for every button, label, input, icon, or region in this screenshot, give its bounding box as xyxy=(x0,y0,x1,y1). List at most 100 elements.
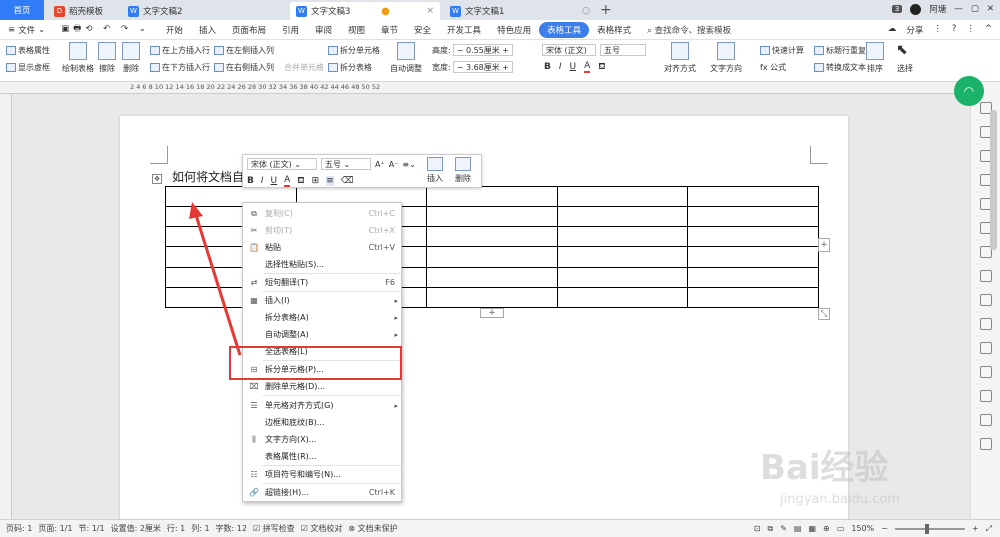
table-cell[interactable] xyxy=(426,266,558,288)
insert-row-above-button[interactable]: 在上方插入行 xyxy=(150,45,210,56)
menu-item-layout[interactable]: 页面布局 xyxy=(224,24,274,36)
table-cell[interactable] xyxy=(426,206,558,228)
view-icon[interactable]: ⧉ xyxy=(768,524,774,534)
help-button[interactable]: ? xyxy=(952,24,957,36)
auto-fit-button[interactable]: 自动调整 xyxy=(390,42,422,74)
menu-item-cut[interactable]: ✂ 剪切(T) Ctrl+X xyxy=(243,222,403,239)
font-color-button[interactable]: A xyxy=(284,175,291,187)
text-direction-button[interactable]: 文字方向 xyxy=(710,42,742,74)
tab-docer-template[interactable]: D 稻壳模板 xyxy=(48,2,120,20)
menu-item-paste[interactable]: 📋 粘贴 Ctrl+V xyxy=(243,239,403,256)
font-select[interactable]: 宋体 (正文) xyxy=(542,44,596,56)
table-cell[interactable] xyxy=(556,226,689,248)
menu-item-translate[interactable]: ⇄ 短句翻译(T) F6 xyxy=(243,274,403,291)
menu-item-security[interactable]: 安全 xyxy=(406,24,439,36)
menu-item-view[interactable]: 视图 xyxy=(340,24,373,36)
tab-doc2[interactable]: W 文字文稿2 xyxy=(122,2,284,20)
fit-page-icon[interactable]: ⤢ xyxy=(986,524,992,534)
sidebar-tool-icon[interactable] xyxy=(980,294,992,306)
header-repeat-button[interactable]: 标题行重复 xyxy=(814,45,866,56)
add-row-button[interactable]: + xyxy=(480,308,504,318)
mini-insert-button[interactable]: 插入 xyxy=(427,157,443,184)
horizontal-ruler[interactable]: 2 4 6 8 10 12 14 16 18 20 22 24 26 28 30… xyxy=(0,82,1000,94)
menu-item-table-style[interactable]: 表格样式 xyxy=(589,24,639,36)
menu-item-auto-fit[interactable]: 自动调整(A) ▸ xyxy=(243,326,403,343)
delete-button[interactable]: 删除 xyxy=(122,42,140,74)
wifi-icon[interactable]: ◠ xyxy=(954,76,984,106)
close-icon[interactable]: ○ xyxy=(582,6,590,16)
erase-button[interactable]: 擦除 xyxy=(98,42,116,74)
view-icon[interactable]: ⊡ xyxy=(754,524,761,533)
table-cell[interactable] xyxy=(556,206,689,228)
italic-button[interactable]: I xyxy=(261,176,264,186)
zoom-out-button[interactable]: − xyxy=(881,524,888,533)
zoom-in-button[interactable]: + xyxy=(972,524,979,533)
spell-check-button[interactable]: ☑ 拼写检查 xyxy=(253,523,295,534)
sidebar-tool-icon[interactable] xyxy=(980,270,992,282)
file-menu[interactable]: ≡ 文件 ⌄ xyxy=(0,24,53,36)
sidebar-tool-icon[interactable] xyxy=(980,342,992,354)
tab-doc1[interactable]: W 文字文稿1 ○ xyxy=(444,2,596,20)
table-properties-button[interactable]: 表格属性 xyxy=(6,45,50,56)
height-field[interactable]: 高度: − 0.55厘米 + xyxy=(432,44,514,56)
draw-table-button[interactable]: 绘制表格 xyxy=(62,42,94,74)
table-cell[interactable] xyxy=(687,226,819,248)
window-count-badge[interactable]: 3 xyxy=(891,5,903,13)
font-size-select[interactable]: 五号 xyxy=(600,44,646,56)
view-icon[interactable]: ▭ xyxy=(837,524,845,533)
align-button[interactable]: 对齐方式 xyxy=(664,42,696,74)
doc-protect-button[interactable]: ⊗ 文档未保护 xyxy=(348,523,397,534)
convert-to-text-button[interactable]: 转换成文本 xyxy=(814,62,866,73)
document-text[interactable]: 如何将文档自 xyxy=(172,168,244,185)
table-move-handle-icon[interactable]: ✥ xyxy=(152,174,162,184)
username[interactable]: 阿塘 xyxy=(929,3,946,15)
table-cell[interactable] xyxy=(687,185,819,208)
grow-font-icon[interactable]: A⁺ xyxy=(375,160,385,169)
menu-item-table-properties[interactable]: 表格属性(R)... xyxy=(243,448,403,465)
close-icon[interactable]: × xyxy=(426,6,434,16)
insert-col-left-button[interactable]: 在左侧插入列 xyxy=(214,45,274,56)
menu-item-paste-special[interactable]: 选择性粘贴(S)... xyxy=(243,256,403,273)
zoom-slider[interactable] xyxy=(894,523,965,534)
insert-row-below-button[interactable]: 在下方插入行 xyxy=(150,62,210,73)
menu-item-hyperlink[interactable]: 🔗 超链接(H)... Ctrl+K xyxy=(243,484,403,501)
shading-icon[interactable]: ⛾ xyxy=(297,176,304,187)
table-cell[interactable] xyxy=(687,266,819,288)
table-cell[interactable] xyxy=(687,246,819,268)
table-cell[interactable] xyxy=(556,185,689,208)
menu-item-delete-cells[interactable]: ⌧ 删除单元格(D)... xyxy=(243,378,403,395)
menu-item-borders[interactable]: 边框和底纹(B)... xyxy=(243,414,403,431)
view-icon[interactable]: ✎ xyxy=(780,524,787,533)
mini-delete-button[interactable]: 删除 xyxy=(455,157,471,184)
table-cell[interactable] xyxy=(556,286,689,309)
highlight-button[interactable]: ⛾ xyxy=(598,62,605,73)
menu-item-cell-alignment[interactable]: ☰ 单元格对齐方式(G) ▸ xyxy=(243,397,403,414)
cloud-icon[interactable]: ☁ xyxy=(888,24,897,36)
table-resize-icon[interactable]: ⤡ xyxy=(818,308,830,320)
collapse-ribbon-icon[interactable]: ^ xyxy=(985,24,992,36)
avatar[interactable] xyxy=(910,3,922,15)
table-cell[interactable] xyxy=(426,226,558,248)
height-input[interactable]: − 0.55厘米 + xyxy=(452,44,514,56)
merge-cells-button[interactable]: 合并单元格 xyxy=(284,62,324,73)
sort-button[interactable]: 排序 xyxy=(866,42,884,74)
table-cell[interactable] xyxy=(426,185,558,208)
menu-item-reference[interactable]: 引用 xyxy=(274,24,307,36)
menu-item-split-table[interactable]: 拆分表格(A) ▸ xyxy=(243,309,403,326)
menu-item-special[interactable]: 特色应用 xyxy=(489,24,539,36)
view-icon[interactable]: ▦ xyxy=(808,524,816,533)
sidebar-tool-icon[interactable] xyxy=(980,414,992,426)
table-cell[interactable] xyxy=(426,286,558,309)
add-column-button[interactable]: + xyxy=(818,238,830,252)
font-color-button[interactable]: A xyxy=(584,61,591,73)
align-icon[interactable]: ≡ xyxy=(326,176,334,186)
menu-item-bullets[interactable]: ☷ 项目符号和编号(N)... xyxy=(243,466,403,483)
bold-button[interactable]: B xyxy=(247,176,254,186)
status-words[interactable]: 字数: 12 xyxy=(216,523,247,534)
new-tab-button[interactable]: + xyxy=(600,2,612,18)
line-spacing-icon[interactable]: ≡⌄ xyxy=(402,160,415,169)
select-button[interactable]: ⬉ 选择 xyxy=(896,42,914,74)
sidebar-tool-icon[interactable] xyxy=(980,318,992,330)
table-cell[interactable] xyxy=(556,266,689,288)
mini-size-select[interactable]: 五号 ⌄ xyxy=(321,158,371,170)
